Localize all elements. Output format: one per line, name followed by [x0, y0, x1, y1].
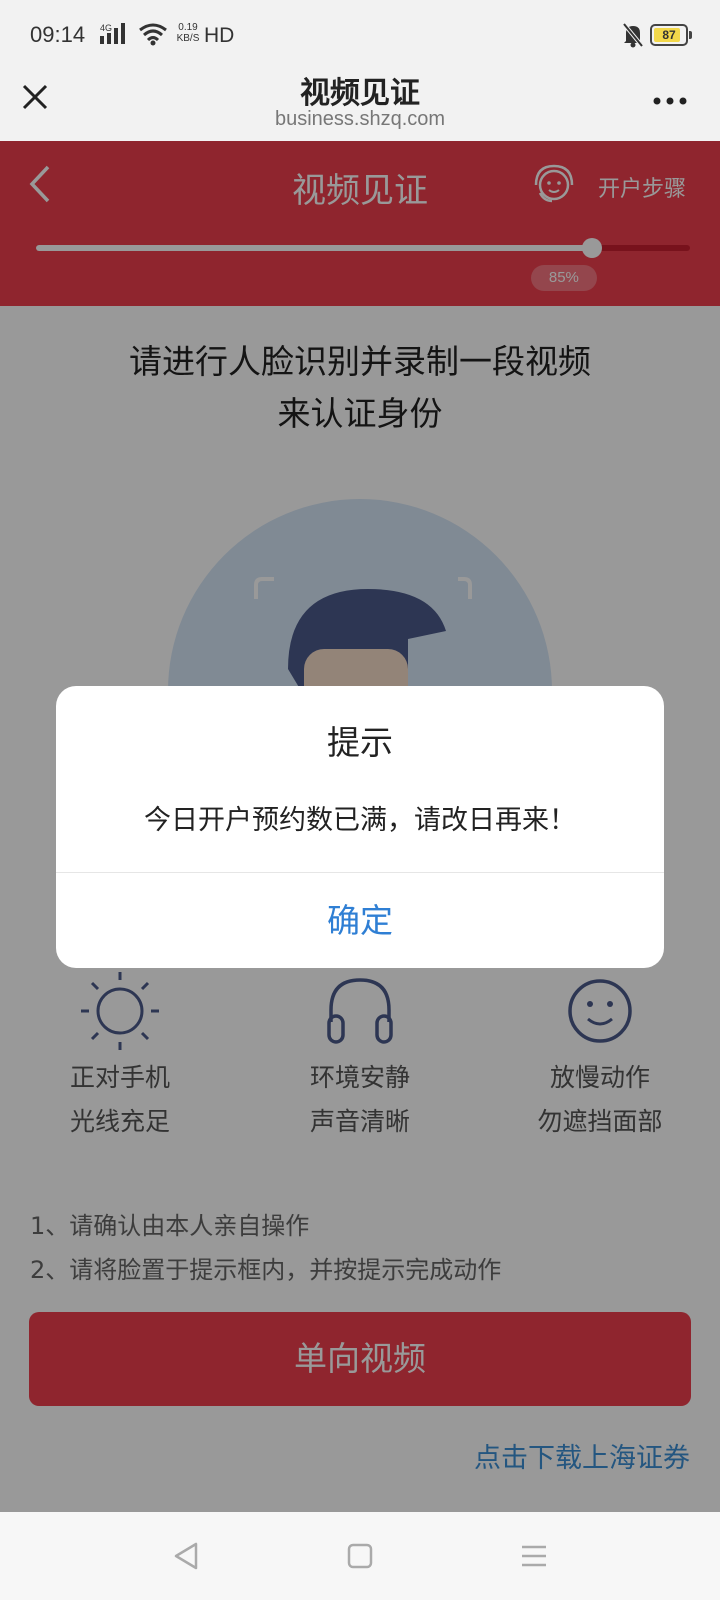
system-nav-bar — [0, 1512, 720, 1600]
dialog-title: 提示 — [327, 723, 393, 762]
dialog-message: 今日开户预约数已满，请改日再来！ — [144, 805, 576, 836]
battery-icon: 87 — [650, 24, 688, 46]
confirm-button[interactable]: 确定 — [56, 873, 664, 968]
mute-bell-icon — [622, 22, 644, 48]
network-type: 4G — [100, 23, 112, 33]
network-speed-value: 0.19 — [178, 22, 198, 33]
nav-home-icon[interactable] — [342, 1538, 378, 1574]
more-icon[interactable] — [652, 96, 688, 106]
network-speed: 0.19 KB/S — [173, 22, 203, 44]
network-speed-unit: KB/S — [176, 33, 200, 44]
browser-url: business.shzq.com — [274, 108, 446, 130]
browser-bar: 视频见证 business.shzq.com — [0, 62, 720, 141]
browser-title: 视频见证 — [300, 76, 420, 111]
status-time: 09:14 — [30, 22, 86, 47]
status-bar: 09:14 4G 0.19 KB/S HD 87 — [0, 0, 720, 62]
nav-back-icon[interactable] — [168, 1538, 204, 1574]
cellular-signal-icon: 4G — [100, 23, 125, 44]
hd-indicator: HD — [204, 24, 235, 47]
nav-menu-icon[interactable] — [516, 1538, 552, 1574]
wifi-icon — [139, 23, 167, 46]
battery-level: 87 — [662, 28, 676, 42]
alert-dialog: 提示 今日开户预约数已满，请改日再来！ 确定 — [56, 686, 664, 968]
battery-cap — [689, 31, 692, 39]
